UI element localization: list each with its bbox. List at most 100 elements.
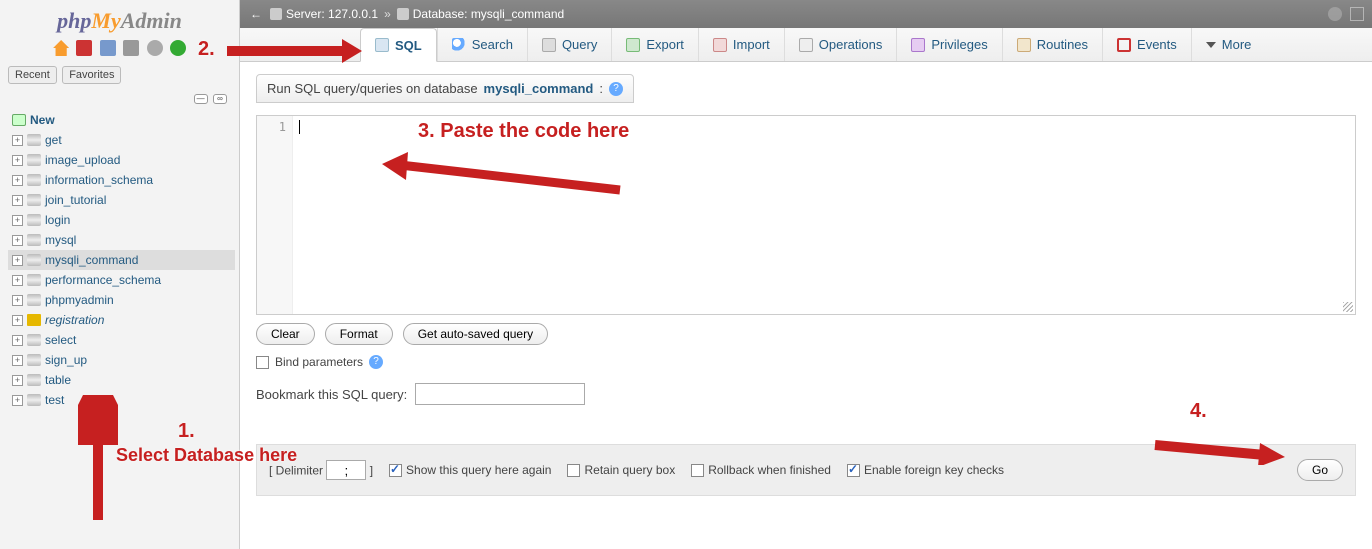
favorites-button[interactable]: Favorites bbox=[62, 66, 121, 84]
tab-export[interactable]: Export bbox=[611, 28, 698, 61]
query-heading-db[interactable]: mysqli_command bbox=[484, 81, 594, 96]
tree-db-performance_schema[interactable]: +performance_schema bbox=[8, 270, 235, 290]
tree-db-mysqli_command[interactable]: +mysqli_command bbox=[8, 250, 235, 270]
expand-icon[interactable] bbox=[1350, 7, 1364, 21]
tab-label: Privileges bbox=[931, 37, 987, 52]
expand-icon[interactable]: + bbox=[12, 275, 23, 286]
tab-more[interactable]: More bbox=[1191, 28, 1266, 61]
operations-icon bbox=[799, 38, 813, 52]
tree-new[interactable]: New bbox=[8, 110, 235, 130]
database-icon bbox=[27, 214, 41, 226]
tree-db-get[interactable]: +get bbox=[8, 130, 235, 150]
events-icon bbox=[1117, 38, 1131, 52]
back-button[interactable]: ← bbox=[248, 7, 264, 21]
tree-db-label: table bbox=[45, 373, 71, 387]
checkbox-icon[interactable] bbox=[567, 464, 580, 477]
expand-icon[interactable]: + bbox=[12, 375, 23, 386]
tab-events[interactable]: Events bbox=[1102, 28, 1191, 61]
database-icon bbox=[27, 394, 41, 406]
help-icon[interactable]: ? bbox=[369, 355, 383, 369]
expand-icon[interactable]: + bbox=[12, 155, 23, 166]
query-heading-suffix: : bbox=[599, 81, 603, 96]
bind-params-checkbox[interactable] bbox=[256, 356, 269, 369]
tree-db-table[interactable]: + table bbox=[8, 370, 235, 390]
link-icon[interactable]: ∞ bbox=[213, 94, 227, 104]
opt-retain[interactable]: Retain query box bbox=[567, 463, 675, 477]
expand-icon[interactable]: + bbox=[12, 195, 23, 206]
expand-icon[interactable]: + bbox=[12, 255, 23, 266]
tab-routines[interactable]: Routines bbox=[1002, 28, 1102, 61]
autosaved-button[interactable]: Get auto-saved query bbox=[403, 323, 548, 345]
bookmark-input[interactable] bbox=[415, 383, 585, 405]
privileges-icon bbox=[911, 38, 925, 52]
recent-button[interactable]: Recent bbox=[8, 66, 57, 84]
logo-text: php bbox=[57, 8, 91, 33]
navi-icon[interactable] bbox=[123, 40, 139, 56]
tab-label: Import bbox=[733, 37, 770, 52]
delimiter-open: [ Delimiter bbox=[269, 464, 323, 478]
breadcrumb-server-label: Server: bbox=[286, 7, 325, 21]
tree-db-label: select bbox=[45, 333, 76, 347]
tab-label: Query bbox=[562, 37, 597, 52]
opt-label: Show this query here again bbox=[406, 463, 551, 477]
tab-operations[interactable]: Operations bbox=[784, 28, 897, 61]
tab-search[interactable]: Search bbox=[437, 28, 527, 61]
home-icon[interactable] bbox=[53, 40, 69, 56]
clear-button[interactable]: Clear bbox=[256, 323, 315, 345]
logout-icon[interactable] bbox=[76, 40, 92, 56]
opt-label: Retain query box bbox=[584, 463, 675, 477]
tree-db-mysql[interactable]: +mysql bbox=[8, 230, 235, 250]
database-tree: New +get+image_upload+information_schema… bbox=[0, 106, 239, 410]
database-icon bbox=[27, 234, 41, 246]
tree-db-join_tutorial[interactable]: +join_tutorial bbox=[8, 190, 235, 210]
tab-import[interactable]: Import bbox=[698, 28, 784, 61]
opt-rollback[interactable]: Rollback when finished bbox=[691, 463, 831, 477]
bind-params-row: Bind parameters ? bbox=[256, 355, 1356, 369]
help-icon[interactable]: ? bbox=[609, 82, 623, 96]
expand-icon[interactable]: + bbox=[12, 395, 23, 406]
tree-db-login[interactable]: +login bbox=[8, 210, 235, 230]
expand-icon[interactable]: + bbox=[12, 355, 23, 366]
checkbox-icon[interactable] bbox=[389, 464, 402, 477]
breadcrumb-server-value[interactable]: 127.0.0.1 bbox=[328, 7, 378, 21]
expand-icon[interactable]: + bbox=[12, 295, 23, 306]
tree-db-select[interactable]: + select bbox=[8, 330, 235, 350]
tree-db-phpmyadmin[interactable]: +phpmyadmin bbox=[8, 290, 235, 310]
resize-handle[interactable] bbox=[1343, 302, 1353, 312]
reload-icon[interactable] bbox=[170, 40, 186, 56]
opt-fk[interactable]: Enable foreign key checks bbox=[847, 463, 1004, 477]
collapse-icon[interactable]: — bbox=[194, 94, 208, 104]
checkbox-icon[interactable] bbox=[691, 464, 704, 477]
editor-buttons: Clear Format Get auto-saved query bbox=[256, 323, 1356, 345]
tree-db-test[interactable]: +test bbox=[8, 390, 235, 410]
delimiter-input[interactable] bbox=[326, 460, 366, 480]
format-button[interactable]: Format bbox=[325, 323, 393, 345]
expand-icon[interactable]: + bbox=[12, 215, 23, 226]
tree-db-information_schema[interactable]: +information_schema bbox=[8, 170, 235, 190]
breadcrumb-db-value[interactable]: mysqli_command bbox=[471, 7, 564, 21]
opt-show-again[interactable]: Show this query here again bbox=[389, 463, 551, 477]
page-settings-icon[interactable] bbox=[1328, 7, 1342, 21]
new-db-icon bbox=[12, 114, 26, 126]
expand-icon[interactable]: + bbox=[12, 175, 23, 186]
editor-code[interactable] bbox=[293, 116, 1355, 314]
tab-query[interactable]: Query bbox=[527, 28, 611, 61]
sql-icon bbox=[375, 38, 389, 52]
go-button[interactable]: Go bbox=[1297, 459, 1343, 481]
tab-privileges[interactable]: Privileges bbox=[896, 28, 1001, 61]
tree-db-registration[interactable]: +registration bbox=[8, 310, 235, 330]
checkbox-icon[interactable] bbox=[847, 464, 860, 477]
sql-editor[interactable]: 1 bbox=[256, 115, 1356, 315]
database-icon bbox=[27, 374, 41, 386]
expand-icon[interactable]: + bbox=[12, 135, 23, 146]
expand-icon[interactable]: + bbox=[12, 235, 23, 246]
expand-icon[interactable]: + bbox=[12, 335, 23, 346]
tree-db-sign_up[interactable]: +sign_up bbox=[8, 350, 235, 370]
import-icon bbox=[713, 38, 727, 52]
docs-icon[interactable] bbox=[100, 40, 116, 56]
expand-icon[interactable]: + bbox=[12, 315, 23, 326]
tab-sql[interactable]: SQL bbox=[360, 28, 437, 62]
database-icon bbox=[27, 194, 41, 206]
tree-db-image_upload[interactable]: +image_upload bbox=[8, 150, 235, 170]
settings-icon[interactable] bbox=[147, 40, 163, 56]
